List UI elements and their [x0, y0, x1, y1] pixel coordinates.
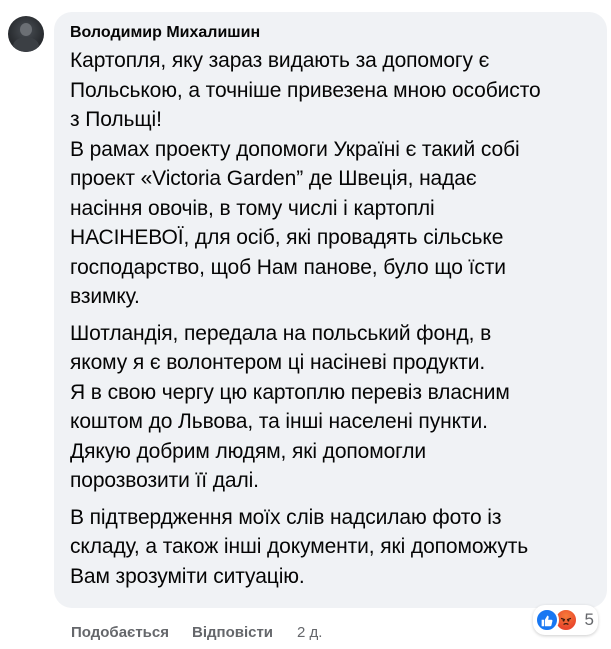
angry-face-glyph	[560, 617, 571, 625]
comment-bubble: Володимир Михалишин Картопля, яку зараз …	[54, 12, 607, 608]
comment-line: коштом до Львова, та інші населені пункт…	[70, 410, 488, 433]
comment-author[interactable]: Володимир Михалишин	[70, 23, 260, 43]
reaction-count: 5	[584, 610, 594, 629]
comment-paragraph-2: Шотландія, передала на польський фонд, в…	[70, 319, 595, 496]
like-icon	[534, 608, 559, 632]
comment-line: Я в свою чергу цю картоплю перевіз власн…	[70, 380, 510, 404]
reply-button[interactable]: Відповісти	[192, 624, 273, 641]
comment-actions: Подобається Відповісти 2 д.	[71, 624, 322, 641]
comment-line: господарство, щоб Нам панове, було що їс…	[70, 255, 506, 279]
avatar-shoulders	[13, 37, 39, 52]
comment-line: складу, а також інші документи, які допо…	[70, 535, 529, 558]
comment-line: Шотландія, передала на польський фонд, в	[70, 321, 492, 345]
comment-line: якому я є волонтером ці насіневі продукт…	[70, 351, 486, 374]
comment-line: В рамах проекту допомоги Україні є такий…	[70, 137, 520, 161]
comment-line: насіння овочів, в тому числі і картоплі	[70, 196, 435, 220]
thumbs-up-glyph	[541, 615, 553, 626]
like-button[interactable]: Подобається	[71, 624, 169, 641]
comment-line: НАСІНЕВОЇ, для осіб, які провадять сільс…	[70, 226, 504, 249]
comment-line: Польською, а точніше привезена мною особ…	[70, 78, 541, 102]
reactions-summary[interactable]: 5	[532, 605, 598, 635]
comment-line: Картопля, яку зараз видають за допомогу …	[70, 49, 490, 72]
comment-line: взимку.	[70, 285, 140, 308]
timestamp[interactable]: 2 д.	[297, 624, 322, 641]
comment-paragraph-3: В підтвердження моїх слів надсилаю фото …	[70, 503, 595, 592]
comment-line: з Польщі!	[70, 108, 162, 131]
comment-line: Дякую добрим людям, які допомогли	[70, 439, 427, 463]
comment-line: Вам зрозуміти ситуацію.	[70, 564, 305, 588]
comment-line: В підтвердження моїх слів надсилаю фото …	[70, 505, 502, 529]
comment-paragraph-1: Картопля, яку зараз видають за допомогу …	[70, 46, 595, 312]
comment-thread: Володимир Михалишин Картопля, яку зараз …	[0, 0, 611, 649]
avatar[interactable]	[8, 16, 44, 52]
comment-line: порозвозити її далі.	[70, 469, 259, 492]
comment-line: проект «Victoria Garden” де Швеція, нада…	[70, 167, 477, 190]
avatar-head	[20, 23, 32, 36]
